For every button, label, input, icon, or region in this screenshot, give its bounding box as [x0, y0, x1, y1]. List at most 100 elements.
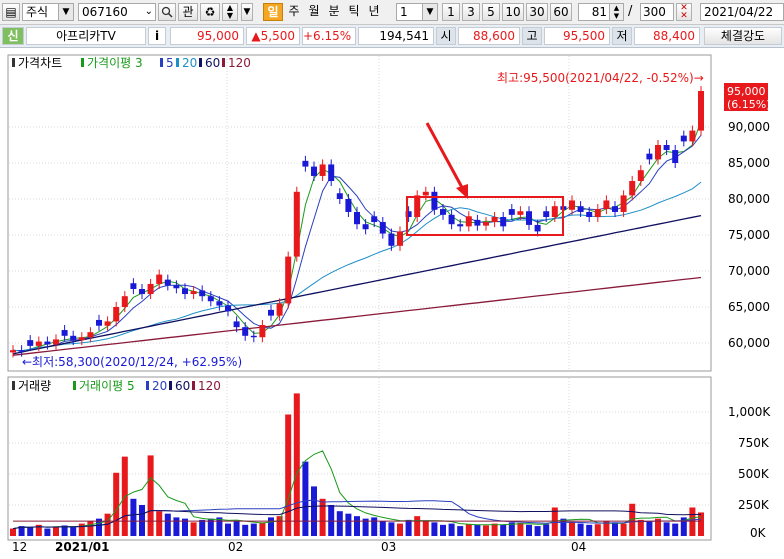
candle-body [27, 340, 34, 346]
interval-preset-5[interactable]: 5 [482, 3, 500, 21]
volume-bar [156, 511, 163, 536]
interval-preset-1[interactable]: 1 [442, 3, 460, 21]
candle-body [87, 332, 94, 338]
interval-preset-60[interactable]: 60 [550, 3, 572, 21]
candle-body [207, 296, 214, 302]
total-count-input[interactable]: 300 [640, 3, 674, 21]
chevron-down-icon: ▼ [58, 4, 73, 20]
volume-bar [543, 524, 550, 536]
volume-bar [190, 522, 197, 536]
candle-body [345, 199, 352, 212]
info-button[interactable]: i [148, 27, 166, 45]
period-minute-button[interactable]: 분 [325, 3, 343, 21]
volume-bar [577, 523, 584, 536]
volume-bar [268, 517, 274, 536]
chevron-down-icon: ⌄ [144, 6, 153, 17]
legend-price-ma3: 가격이평 3 [87, 56, 143, 70]
menu-icon[interactable]: ▤ [2, 3, 20, 21]
candle-body [130, 283, 137, 289]
interval-value: 1 [400, 5, 408, 19]
last-price-tag: 95,000 (6.15%) [724, 83, 771, 111]
legend-marker [73, 381, 76, 390]
legend-marker [222, 58, 225, 67]
date-input[interactable]: 2021/04/22 [700, 3, 784, 21]
volume-bar [534, 526, 541, 536]
high-annotation: 최고:95,500(2021/04/22, -0.52%)→ [497, 71, 704, 85]
period-day-button[interactable]: 일 [263, 3, 283, 21]
candle-body [526, 211, 532, 225]
interval-preset-3[interactable]: 3 [462, 3, 480, 21]
candle-body [354, 211, 360, 225]
candle-body [474, 219, 481, 226]
volume-bar [199, 519, 206, 536]
volume-bar [113, 472, 120, 536]
candle-body [646, 153, 653, 160]
volume-bar [87, 521, 94, 536]
recycle-icon[interactable]: ♻ [200, 3, 220, 21]
candle-body [379, 222, 386, 234]
price-change: ▲5,500 [246, 27, 300, 45]
candle-body [199, 290, 206, 297]
legend-volume-ma5: 거래이평 5 [79, 379, 135, 393]
candle-body [586, 211, 593, 217]
price-tick: 70,000 [728, 264, 770, 278]
volume-bar [250, 523, 257, 536]
volume-bar [500, 524, 507, 536]
price-legend: 가격차트 가격이평 3 5 20 60 120 [12, 56, 251, 70]
related-button[interactable]: 관 [178, 3, 198, 21]
legend-price-ma5: 5 [166, 56, 174, 70]
volume-bar [302, 461, 309, 536]
chevron-down-icon[interactable]: ▼ [241, 3, 253, 21]
candle-body [276, 303, 283, 316]
price-tick: 75,000 [728, 228, 770, 242]
candle-body [698, 91, 704, 131]
period-month-button[interactable]: 월 [305, 3, 323, 21]
candle-body [491, 217, 498, 223]
candle-body [268, 309, 274, 316]
execution-strength-button[interactable]: 체결강도 [704, 27, 782, 45]
volume-bar [397, 523, 403, 536]
stepper-arrows-icon: ▲ ▼ [609, 4, 623, 20]
close-icon[interactable]: ✕ ✕ [676, 3, 692, 21]
interval-preset-10[interactable]: 10 [502, 3, 524, 21]
count-value: 81 [591, 5, 607, 19]
candle-body [629, 181, 636, 196]
volume-bar [517, 522, 524, 536]
volume-bar [70, 527, 77, 536]
legend-price-ma60: 60 [205, 56, 220, 70]
market-label: 주식 [26, 5, 49, 19]
volume-bar [293, 393, 300, 536]
date-value: 2021/04/22 [704, 5, 774, 19]
candle-body [35, 341, 42, 346]
interval-preset-30[interactable]: 30 [526, 3, 548, 21]
updown-arrow-icon[interactable]: ▲ ▼ [222, 3, 238, 21]
volume-bar [483, 525, 489, 536]
stock-code-input[interactable]: 067160 ⌄ [78, 3, 156, 21]
candle-body [78, 337, 85, 341]
stock-info-bar: 신 아프리카TV i 95,000 ▲5,500 +6.15% 194,541 … [0, 25, 784, 48]
candle-body [216, 301, 223, 306]
search-icon[interactable] [158, 3, 176, 21]
candle-body [173, 285, 180, 289]
candle-body [500, 217, 507, 227]
volume-bar [336, 511, 343, 536]
volume-bar [173, 517, 180, 536]
period-week-button[interactable]: 주 [285, 3, 303, 21]
candle-body [328, 164, 335, 181]
legend-marker [199, 58, 202, 67]
high-price: 95,500 [544, 27, 610, 45]
volume-bar [44, 528, 51, 536]
legend-marker [81, 58, 84, 67]
period-tick-button[interactable]: 틱 [345, 3, 363, 21]
volume-bar [53, 526, 59, 536]
interval-select[interactable]: 1 ▼ [396, 3, 438, 21]
market-select[interactable]: 주식 ▼ [22, 3, 74, 21]
period-year-button[interactable]: 년 [365, 3, 383, 21]
volume-bar [672, 523, 679, 536]
volume-bar [242, 524, 249, 536]
stock-chart[interactable]: 가격차트 가격이평 3 5 20 60 120 거래량 거래이평 5 20 60… [0, 48, 784, 556]
toolbar: ▤ 주식 ▼ 067160 ⌄ 관 ♻ ▲ ▼ ▼ 일 주 월 분 틱 년 1 ▼… [0, 0, 784, 25]
volume-tick: 500K [738, 467, 770, 481]
count-stepper[interactable]: 81 ▲ ▼ [578, 3, 624, 21]
candle-body [285, 256, 292, 304]
